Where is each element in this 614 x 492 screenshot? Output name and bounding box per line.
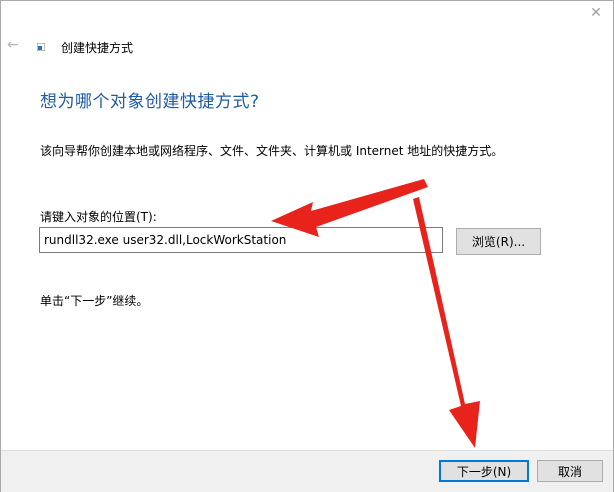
shortcut-icon xyxy=(37,43,45,51)
page-heading: 想为哪个对象创建快捷方式? xyxy=(40,92,260,112)
button-bar: 下一步(N) 取消 xyxy=(1,450,613,492)
back-arrow-icon[interactable]: ← xyxy=(7,37,25,55)
wizard-header: ← 创建快捷方式 xyxy=(1,31,613,65)
continue-hint: 单击“下一步”继续。 xyxy=(40,294,149,308)
wizard-description: 该向导帮你创建本地或网络程序、文件、文件夹、计算机或 Internet 地址的快… xyxy=(40,144,504,158)
location-label: 请键入对象的位置(T): xyxy=(40,210,157,224)
browse-button[interactable]: 浏览(R)... xyxy=(456,228,541,255)
wizard-title: 创建快捷方式 xyxy=(61,41,134,55)
next-button[interactable]: 下一步(N) xyxy=(439,460,529,482)
close-icon: ✕ xyxy=(590,5,602,21)
cancel-button[interactable]: 取消 xyxy=(537,460,603,482)
close-button[interactable]: ✕ xyxy=(585,3,607,23)
location-input[interactable] xyxy=(39,227,443,253)
create-shortcut-window: ✕ ← 创建快捷方式 想为哪个对象创建快捷方式? 该向导帮你创建本地或网络程序、… xyxy=(0,0,614,492)
